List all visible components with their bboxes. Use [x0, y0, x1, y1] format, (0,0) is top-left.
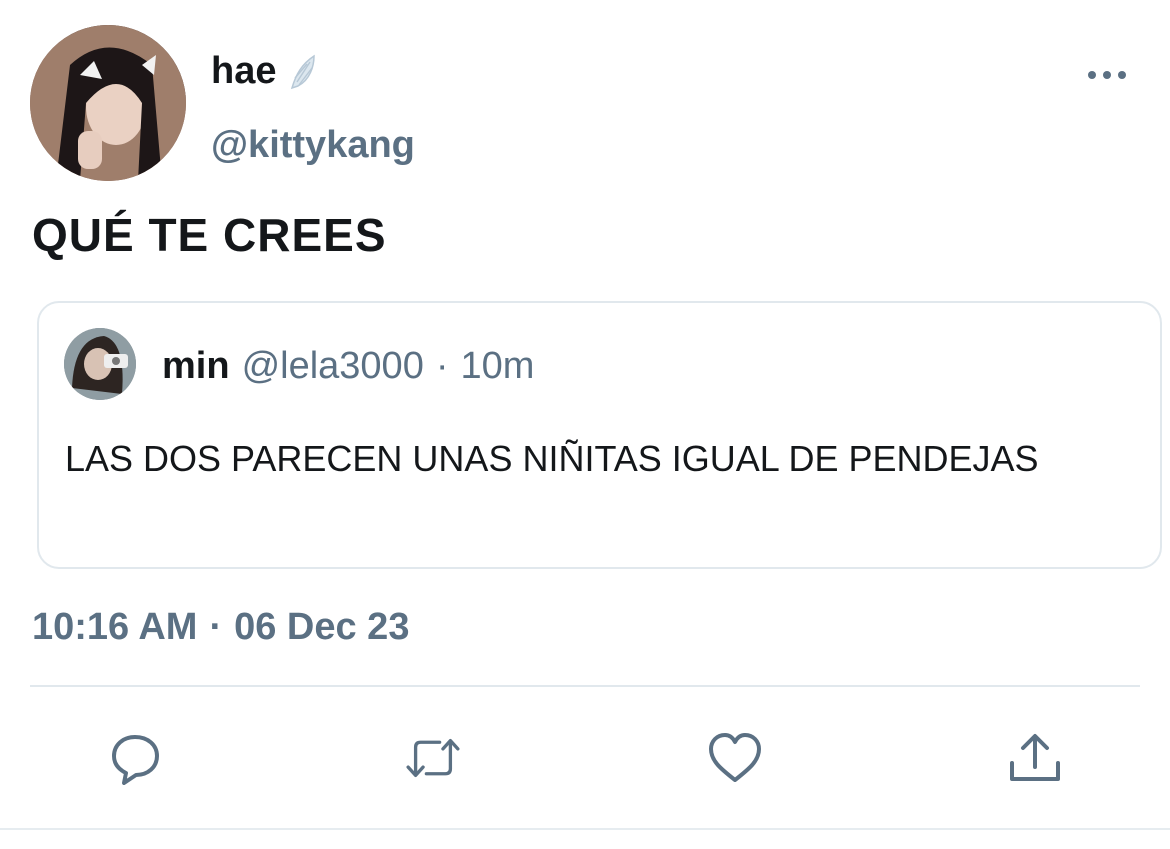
- author-display-name[interactable]: hae: [211, 50, 276, 93]
- quote-avatar-image: [64, 328, 136, 400]
- tweet-timestamp: 10:16 AM · 06 Dec 23: [32, 606, 409, 649]
- heart-icon: [709, 733, 761, 782]
- wing-icon: [288, 54, 318, 90]
- author-display-name-row: hae: [211, 50, 318, 93]
- quote-time[interactable]: 10m: [460, 345, 534, 388]
- reply-icon: [112, 735, 159, 785]
- share-button[interactable]: [1005, 730, 1065, 786]
- like-button[interactable]: [705, 730, 765, 786]
- author-avatar[interactable]: [30, 25, 186, 181]
- tweet-date[interactable]: 06 Dec 23: [234, 606, 409, 649]
- quote-text: LAS DOS PARECEN UNAS NIÑITAS IGUAL DE PE…: [65, 438, 1039, 479]
- reply-button[interactable]: [105, 730, 165, 786]
- tweet-time[interactable]: 10:16 AM: [32, 606, 197, 649]
- quote-author-handle[interactable]: @lela3000: [242, 345, 424, 388]
- more-horizontal-icon: [1088, 71, 1126, 79]
- more-options-button[interactable]: [1083, 60, 1131, 90]
- share-icon: [1010, 734, 1060, 781]
- quoted-tweet-card[interactable]: min @lela3000 · 10m LAS DOS PARECEN UNAS…: [37, 301, 1162, 569]
- tweet-text: QUÉ TE CREES: [32, 209, 387, 261]
- bottom-divider: [0, 828, 1170, 830]
- timestamp-separator: ·: [209, 606, 223, 648]
- quote-separator: ·: [435, 345, 449, 387]
- quote-author-name[interactable]: min: [162, 345, 230, 388]
- avatar-image: [30, 25, 186, 181]
- quote-avatar[interactable]: [64, 328, 136, 400]
- author-handle[interactable]: @kittykang: [211, 124, 415, 167]
- quote-header: min @lela3000 · 10m: [162, 345, 534, 388]
- retweet-button[interactable]: [403, 730, 463, 786]
- action-divider: [30, 685, 1140, 687]
- retweet-icon: [406, 738, 460, 778]
